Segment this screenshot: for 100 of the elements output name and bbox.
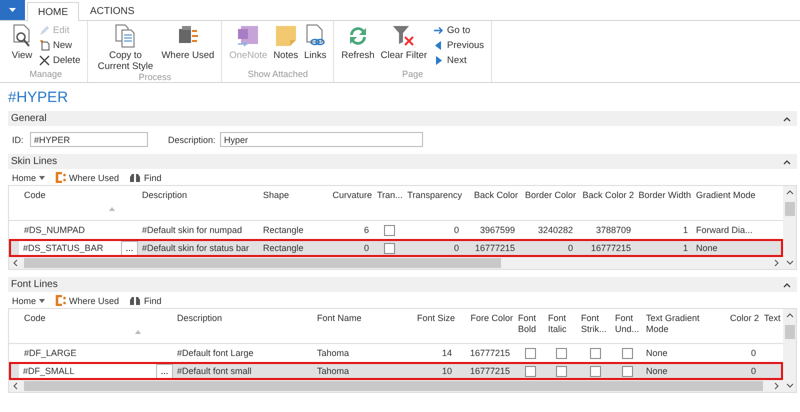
ribbon-button[interactable]: Copy to Current Style (93, 24, 158, 72)
column-header[interactable]: Description (142, 190, 188, 201)
table-cell: 10 (442, 366, 452, 376)
column-header[interactable]: Curvature (332, 190, 372, 201)
section-header[interactable]: Skin Lines (8, 154, 797, 169)
scroll-thumb[interactable] (24, 258, 502, 268)
home-menu-button[interactable]: Home (12, 172, 46, 182)
text-field[interactable]: Hyper (220, 132, 423, 147)
section-header[interactable]: Font Lines (8, 277, 797, 292)
section-title: General (11, 113, 47, 124)
lookup-button[interactable]: ... (121, 240, 138, 256)
column-header[interactable]: Back Color (474, 190, 518, 201)
scroll-thumb[interactable] (784, 202, 794, 216)
where-used-button[interactable]: Where Used (55, 295, 120, 306)
page-title: #HYPER (8, 89, 68, 106)
table-cell: #Default skin for status bar (142, 243, 250, 253)
text-field[interactable]: #HYPER (30, 132, 148, 147)
column-header[interactable]: Font Name (317, 313, 362, 324)
section-title: Font Lines (11, 279, 58, 290)
checkbox[interactable] (524, 366, 536, 377)
section-header[interactable]: General (8, 111, 797, 126)
ribbon-button[interactable]: Go to (431, 24, 486, 37)
ribbon-tab[interactable]: HOME (27, 2, 79, 21)
column-header[interactable]: Description (177, 313, 222, 324)
scroll-thumb[interactable] (784, 325, 794, 339)
chevron-up-icon[interactable] (783, 158, 791, 164)
horizontal-scrollbar[interactable] (9, 380, 783, 392)
ribbon-button[interactable]: View (9, 24, 35, 61)
table-cell: None (696, 243, 718, 253)
column-header[interactable]: Back Color 2 (582, 190, 634, 201)
ribbon-button[interactable]: Previous (431, 39, 486, 52)
caret-icon (9, 8, 16, 12)
where-used-button[interactable]: Where Used (55, 172, 120, 183)
find-button[interactable]: Find (129, 172, 162, 182)
checkbox[interactable] (556, 348, 567, 359)
caret-icon (39, 298, 46, 302)
ribbon-button[interactable]: Clear Filter (378, 24, 430, 61)
column-header[interactable]: Font Strik... (581, 313, 610, 335)
scroll-thumb[interactable] (24, 381, 764, 391)
selected-row[interactable]: #DF_SMALL ... #Default font small Tahoma 10 16777215 None 0 (9, 362, 783, 380)
column-header[interactable]: Text (764, 313, 781, 324)
section-title: Skin Lines (11, 156, 58, 167)
find-button[interactable]: Find (129, 296, 162, 306)
checkbox[interactable] (384, 224, 394, 236)
ribbon-button[interactable]: Links (302, 24, 328, 61)
ribbon-button[interactable]: Refresh (339, 24, 377, 61)
ribbon-button[interactable]: Next (431, 54, 486, 67)
vertical-scrollbar[interactable] (783, 186, 796, 269)
column-header[interactable]: Fore Color (470, 313, 513, 324)
ribbon-tab[interactable]: ACTIONS (79, 2, 146, 20)
column-header[interactable]: Color 2 (730, 313, 759, 324)
chain-document-icon (304, 24, 326, 48)
column-header[interactable]: Font Und... (615, 313, 641, 335)
checkbox[interactable] (524, 348, 536, 359)
lookup-button[interactable]: ... (156, 364, 173, 378)
table-cell: 0 (454, 243, 459, 253)
group-label: Page (402, 69, 424, 81)
checkbox[interactable] (622, 348, 633, 359)
column-header[interactable]: Border Color (524, 190, 576, 201)
table-cell: #DS_NUMPAD (24, 225, 85, 235)
caret-icon (39, 176, 46, 180)
checkbox[interactable] (556, 366, 567, 377)
field-label: Description: (168, 134, 217, 144)
cross-icon (39, 55, 50, 66)
column-header[interactable]: Tran... (377, 190, 403, 201)
column-header[interactable]: Font Size (416, 313, 455, 324)
chevron-up-icon[interactable] (783, 116, 791, 122)
code-field[interactable]: #DF_SMALL (19, 364, 156, 378)
group-label: Show Attached (248, 69, 308, 81)
ribbon-button[interactable]: Where Used (159, 24, 216, 61)
sticky-note-icon (274, 24, 298, 48)
column-header[interactable]: Font Bold (518, 313, 543, 335)
column-header[interactable]: Code (24, 313, 46, 324)
table-cell: 3240282 (538, 225, 573, 235)
new-document-icon (39, 40, 50, 51)
column-header[interactable]: Code (24, 190, 46, 201)
column-header[interactable]: Shape (263, 190, 290, 201)
column-header[interactable]: Gradient Mode (696, 190, 756, 201)
column-header[interactable]: Font Italic (548, 313, 576, 335)
table-cell: Forward Dia... (696, 225, 753, 235)
checkbox[interactable] (590, 366, 600, 377)
checkbox[interactable] (590, 348, 600, 359)
selected-row[interactable]: #DS_STATUS_BAR ... #Default skin for status bar Rectangle 0 0 16777215 0 16777215 1 None (9, 239, 783, 257)
home-menu-button[interactable]: Home (12, 296, 46, 306)
table-cell: 14 (442, 348, 452, 358)
checkbox[interactable] (384, 242, 394, 254)
chevron-up-icon[interactable] (783, 282, 791, 288)
column-header[interactable]: Border Width (638, 190, 691, 201)
field-label: ID: (12, 134, 25, 144)
checkbox[interactable] (622, 366, 633, 377)
ribbon-button[interactable]: New (37, 39, 82, 52)
column-header[interactable]: Text Gradient Mode (646, 313, 709, 335)
app-menu-button[interactable] (0, 0, 25, 20)
ribbon-button[interactable]: Notes (271, 24, 300, 61)
code-field[interactable]: #DS_STATUS_BAR (19, 241, 121, 255)
ribbon-button[interactable]: Delete (37, 54, 82, 67)
horizontal-scrollbar[interactable] (9, 257, 783, 269)
vertical-scrollbar[interactable] (783, 309, 796, 392)
table-cell: 0 (454, 225, 459, 235)
column-header[interactable]: Transparency (407, 190, 462, 201)
